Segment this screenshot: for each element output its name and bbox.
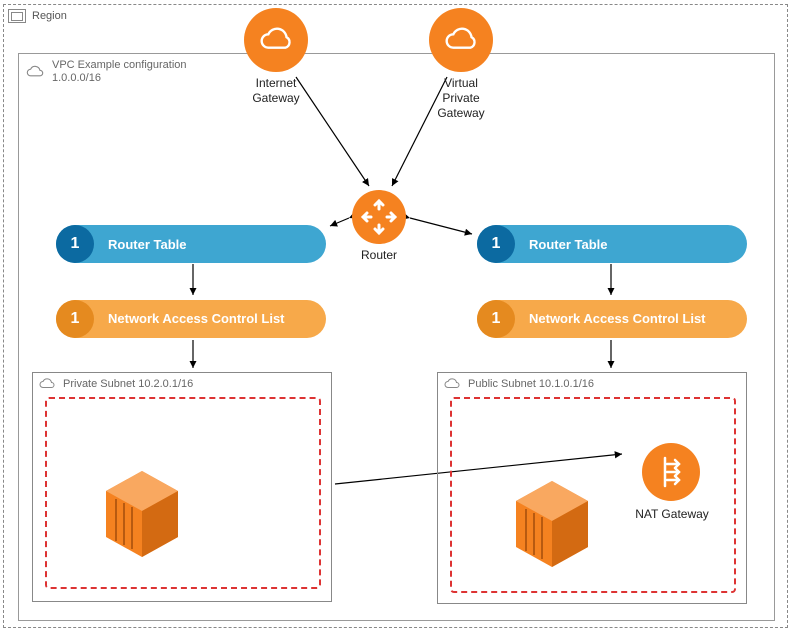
vpc-cidr: 1.0.0.0/16 (52, 72, 187, 85)
security-group-right: NAT Gateway (450, 397, 736, 593)
internet-gateway-icon (244, 8, 308, 72)
nacl-right: 1 Network Access Control List (477, 300, 747, 338)
public-subnet-header: Public Subnet 10.1.0.1/16 (442, 377, 594, 391)
public-subnet-label: Public Subnet 10.1.0.1/16 (468, 378, 594, 390)
route-table-left-label: Router Table (108, 237, 326, 252)
nacl-left: 1 Network Access Control List (56, 300, 326, 338)
nacl-right-label: Network Access Control List (529, 312, 747, 327)
router-label: Router (352, 248, 406, 262)
internet-gateway-label: Internet Gateway (244, 76, 308, 106)
cloud-icon (24, 64, 46, 80)
route-table-left-num: 1 (56, 225, 94, 263)
private-subnet-label: Private Subnet 10.2.0.1/16 (63, 378, 193, 390)
route-table-right-num: 1 (477, 225, 515, 263)
nat-gateway-icon (642, 443, 700, 501)
public-subnet: Public Subnet 10.1.0.1/16 NAT Ga (437, 372, 747, 604)
nacl-right-num: 1 (477, 300, 515, 338)
private-subnet-header: Private Subnet 10.2.0.1/16 (37, 377, 193, 391)
private-subnet: Private Subnet 10.2.0.1/16 (32, 372, 332, 602)
route-table-left: 1 Router Table (56, 225, 326, 263)
vpc-label: VPC Example configuration 1.0.0.0/16 (52, 59, 187, 85)
cloud-icon (442, 377, 462, 391)
security-group-left (45, 397, 321, 589)
router-icon (352, 190, 406, 244)
nat-gateway-label: NAT Gateway (622, 507, 722, 521)
virtual-private-gateway-icon (429, 8, 493, 72)
route-table-right-label: Router Table (529, 237, 747, 252)
region-flag-icon (8, 9, 26, 23)
virtual-private-gateway-label: Virtual Private Gateway (423, 76, 499, 121)
nacl-left-num: 1 (56, 300, 94, 338)
ec2-instance-icon (512, 479, 592, 569)
vpc-title: VPC Example configuration (52, 59, 187, 72)
cloud-icon (37, 377, 57, 391)
vpc-header: VPC Example configuration 1.0.0.0/16 (18, 53, 238, 91)
route-table-right: 1 Router Table (477, 225, 747, 263)
region-label: Region (32, 10, 67, 22)
region-header: Region (8, 9, 67, 23)
ec2-instance-icon (102, 469, 182, 559)
nacl-left-label: Network Access Control List (108, 312, 326, 327)
